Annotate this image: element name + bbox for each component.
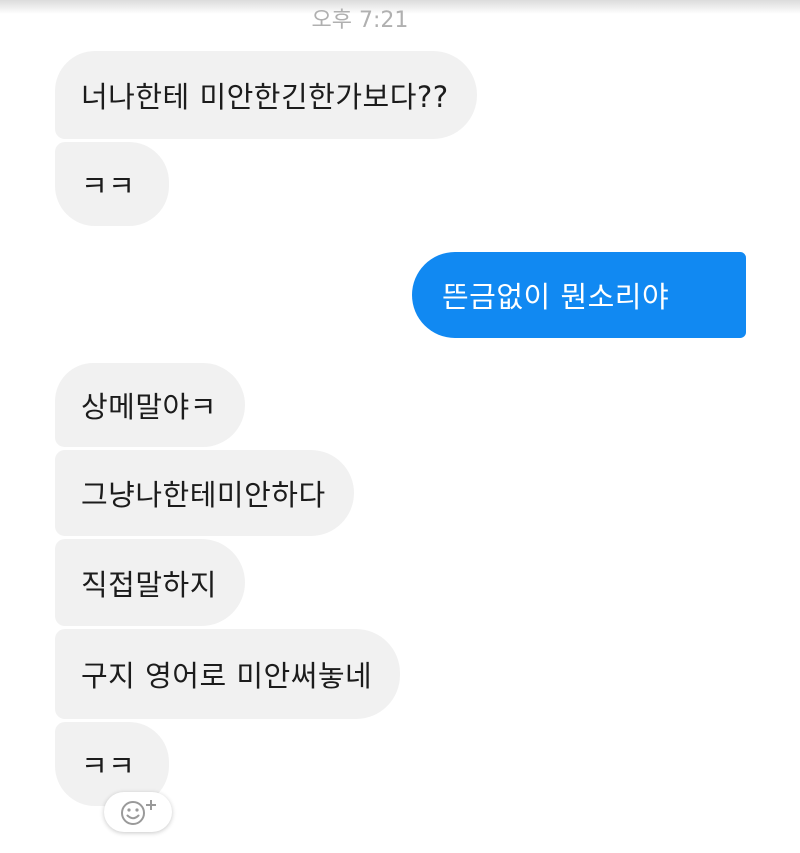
incoming-message-bubble[interactable]: 너나한테 미안한긴한가보다?? (55, 51, 477, 139)
add-reaction-button[interactable] (104, 792, 172, 832)
incoming-message-bubble[interactable]: 상메말야ㅋ (55, 363, 245, 447)
incoming-message-bubble[interactable]: 구지 영어로 미안써놓네 (55, 629, 401, 719)
incoming-message-bubble[interactable]: 직접말하지 (55, 539, 245, 626)
incoming-message-bubble[interactable]: ㅋㅋ (55, 142, 170, 226)
message-timestamp: 오후 7:21 (311, 8, 409, 33)
outgoing-message-bubble[interactable]: 뜬금없이 뭔소리야 (412, 252, 746, 338)
incoming-message-bubble[interactable]: 그냥나한테미안하다 (55, 450, 354, 536)
smiley-plus-icon (115, 797, 161, 827)
